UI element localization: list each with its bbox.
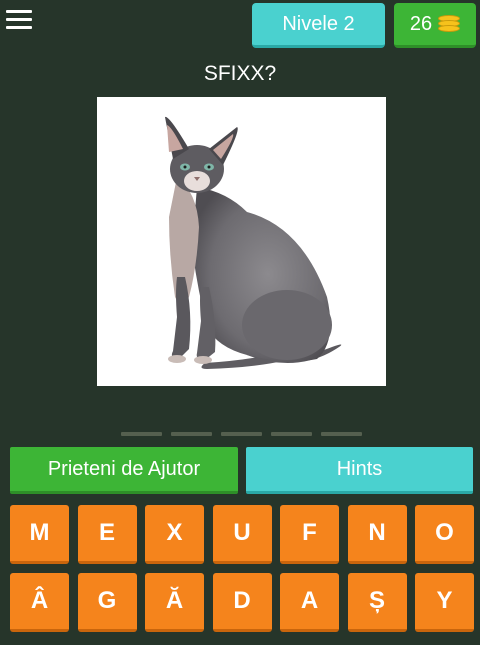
letter-key[interactable]: G — [77, 573, 137, 632]
letter-key[interactable]: M — [10, 505, 69, 564]
hints-button[interactable]: Hints — [246, 447, 473, 494]
letter-key[interactable]: F — [280, 505, 339, 564]
coins-button[interactable]: 26 — [394, 3, 476, 48]
letter-key[interactable]: Â — [10, 573, 69, 632]
answer-slot[interactable] — [321, 432, 362, 436]
answer-slot[interactable] — [221, 432, 262, 436]
answer-slot[interactable] — [171, 432, 212, 436]
sphynx-cat-image — [165, 116, 342, 369]
letter-key[interactable]: E — [77, 505, 137, 564]
letter-key[interactable]: Ș — [347, 573, 407, 632]
level-button[interactable]: Nivele 2 — [252, 3, 385, 48]
letter-keyboard: M E X U F N O Â G Ă D A Ș Y — [10, 505, 474, 632]
question-text: SFIXX? — [203, 62, 277, 85]
level-label: Nivele 2 — [282, 12, 355, 35]
friends-help-label: Prieteni de Ajutor — [47, 457, 201, 480]
answer-slot[interactable] — [121, 432, 162, 436]
letter-key[interactable]: N — [347, 505, 407, 564]
menu-icon[interactable] — [6, 10, 32, 36]
letter-key[interactable]: U — [212, 505, 272, 564]
answer-slots — [121, 432, 362, 436]
friends-help-button[interactable]: Prieteni de Ajutor — [10, 447, 238, 494]
coins-icon — [438, 15, 461, 33]
coins-count: 26 — [409, 12, 433, 35]
letter-key[interactable]: O — [415, 505, 474, 564]
letter-key[interactable]: Y — [415, 573, 474, 632]
letter-key[interactable]: A — [280, 573, 339, 632]
letter-key[interactable]: Ă — [145, 573, 204, 632]
answer-slot[interactable] — [271, 432, 312, 436]
letter-key[interactable]: X — [145, 505, 204, 564]
letter-key[interactable]: D — [212, 573, 272, 632]
hints-label: Hints — [336, 457, 383, 480]
cat-picture — [97, 97, 386, 386]
